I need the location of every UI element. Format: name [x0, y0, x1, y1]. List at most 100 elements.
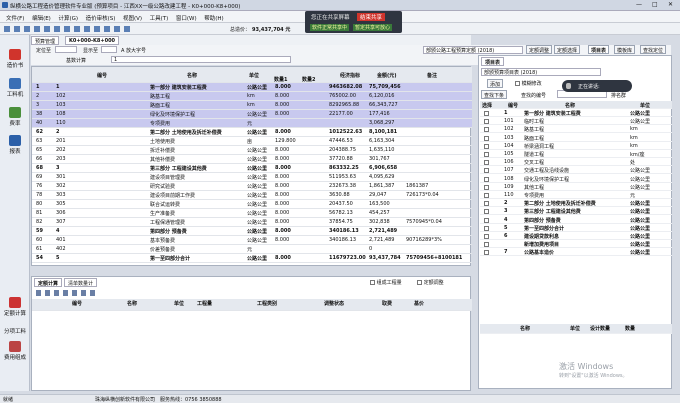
find-next-button[interactable]: 查找下条	[481, 90, 508, 99]
add-button[interactable]: 添加	[487, 79, 504, 88]
row-unit: 公路公里	[247, 157, 268, 163]
list-item[interactable]: 108 绿化及环境保护工程 公路公里	[480, 175, 672, 183]
tab-budget-management[interactable]: 预算管理	[31, 36, 60, 45]
menu-calc[interactable]: 计算(G)	[58, 14, 78, 22]
table-row[interactable]: 54 5 第一至四部分合计 公路公里 8.000 11679723.00 93,437,78…	[32, 254, 472, 263]
list-item[interactable]: 106 交叉工程 处	[480, 158, 672, 167]
list-item[interactable]: 110 专项费用 元	[480, 191, 672, 199]
list-item[interactable]: 4 第四部分 预备费 公路公里	[480, 216, 672, 224]
materials-icon	[9, 78, 21, 89]
table-row[interactable]: 3 103 路面工程 km 8.000 8292965.88 66,343,727	[32, 101, 472, 110]
fuzzy-modify-checkbox[interactable]: 模糊修改	[515, 80, 542, 87]
locate-dropdown[interactable]	[55, 46, 77, 53]
tab-list-quantity[interactable]: 清单数量计	[64, 278, 98, 287]
tab-project-section[interactable]: K0+000-K8+000	[65, 36, 120, 45]
list-item[interactable]: 新增加费用项目 公路公里	[480, 240, 672, 249]
quota-adjust-checkbox[interactable]: 定额调整	[417, 279, 444, 286]
tab-project-table[interactable]: 项目表	[588, 45, 610, 54]
row-amount: 1,861,387	[369, 183, 395, 189]
row-amount: 6,163,304	[369, 138, 395, 144]
quota-select-button[interactable]: 定额选择	[554, 45, 581, 54]
table-row[interactable]: 59 4 第四部分 预备费 公路公里 8.000 340186.13 2,721,489	[32, 227, 472, 236]
sidebar-item-rates[interactable]: 费率	[2, 107, 28, 127]
list-item[interactable]: 5 第一至四部分合计 公路公里	[480, 224, 672, 232]
row-number: 38	[36, 111, 43, 117]
row-name: 工程保通管理费	[150, 220, 186, 226]
table-row[interactable]: 76 302 研究试验费 公路公里 8.000 232673.38 1,861,387 186…	[32, 182, 472, 191]
table-row[interactable]: 78 303 建设项目前期工作费 公路公里 8.000 3630.88 29,047 7261…	[32, 191, 472, 200]
table-row[interactable]: 69 301 建设项目管理费 公路公里 8.000 511953.63 4,095,629	[32, 173, 472, 182]
menu-window[interactable]: 窗口(W)	[176, 14, 197, 22]
list-item[interactable]: 101 临时工程 公路公里	[480, 117, 672, 126]
toolbar-icons[interactable]	[4, 26, 134, 32]
list-name: 路面工程	[524, 135, 545, 142]
table-row[interactable]: 38 108 绿化及环境保护工程 公路公里 8.000 22177.00 177,416	[32, 110, 472, 119]
table-row[interactable]: 63 201 土地使用费 亩 129.800 47446.53 6,163,304	[32, 137, 472, 146]
row-number: 63	[36, 138, 43, 144]
sidebar-item-quota-calc[interactable]: 定额计算	[2, 297, 28, 317]
table-row[interactable]: 40 110 专项费用 元 3,068,297	[32, 119, 472, 128]
quota-standard-select[interactable]: 部颁公路工程预算定额 (2018)	[423, 46, 523, 54]
list-item[interactable]: 3 第三部分 工程建设其他费 公路公里	[480, 207, 672, 216]
sidebar-item-item-materials[interactable]: 分项工料	[2, 327, 28, 335]
list-item[interactable]: 6 建设期贷款利息 公路公里	[480, 232, 672, 240]
sidebar-item-materials[interactable]: 工料机	[2, 78, 28, 98]
row-unit: 公路公里	[247, 193, 268, 199]
menu-audit[interactable]: 造价审核(S)	[86, 14, 116, 22]
status-company: 珠海纵横创新软件有限公司	[95, 397, 156, 403]
tab-find-locate[interactable]: 查找定位	[640, 45, 667, 54]
project-table-panel: 项目表 部颁预算项目表 (2018) 添加 模糊修改 查找下条 查找的编号 排名…	[478, 55, 672, 389]
list-item[interactable]: 1 第一部分 建筑安装工程费 公路公里	[480, 109, 672, 117]
list-item[interactable]: 102 路基工程 km	[480, 125, 672, 134]
list-item[interactable]: 105 隧道工程 km/座	[480, 150, 672, 158]
table-row[interactable]: 60 401 基本预备费 公路公里 8.000 340186.13 2,721,489 907…	[32, 236, 472, 245]
sidebar-item-cost-book[interactable]: 造价书	[2, 49, 28, 69]
row-unit: 元	[247, 247, 253, 253]
enlarge-font-button[interactable]: A 放大字号	[121, 47, 146, 54]
compose-qty-checkbox[interactable]: 组成工程量	[370, 279, 402, 286]
quota-adjust-button[interactable]: 定额调整	[526, 45, 553, 54]
menu-view[interactable]: 视图(V)	[123, 14, 142, 22]
table-row[interactable]: 65 202 拆迁补偿费 公路公里 8.000 204388.75 1,635,110	[32, 146, 472, 155]
minimize-button[interactable]: —	[636, 1, 642, 8]
status-bar: 就绪 珠海纵横创新软件有限公司 服务热线：0756 3850888	[0, 394, 680, 403]
menu-edit[interactable]: 编辑(E)	[32, 14, 51, 22]
stop-share-button[interactable]: 结束共享	[357, 13, 386, 21]
table-row[interactable]: 61 402 价差预备费 元 0	[32, 245, 472, 254]
menu-tools[interactable]: 工具(T)	[150, 14, 169, 22]
table-row[interactable]: 81 306 生产准备费 公路公里 8.000 56782.13 454,257	[32, 209, 472, 218]
lower-toolbar-icons[interactable]	[36, 290, 96, 296]
sidebar-item-fee-composition[interactable]: 费用组成	[2, 341, 28, 361]
tab-template-library[interactable]: 模板库	[614, 45, 636, 54]
table-row[interactable]: 1 1 第一部分 建筑安装工程费 公路公里 8.000 9463682.08 75,709,…	[32, 83, 472, 92]
base-calc-input[interactable]: 1	[111, 56, 291, 63]
show-dropdown[interactable]	[101, 46, 117, 53]
list-item[interactable]: 103 路面工程 km	[480, 134, 672, 142]
row-number: 69	[36, 174, 43, 180]
list-item[interactable]: 2 第二部分 土地使用及拆迁补偿费 公路公里	[480, 199, 672, 208]
row-eco: 47446.53	[329, 138, 353, 144]
list-item[interactable]: 7 公路基本造价 公路公里	[480, 248, 672, 257]
table-row[interactable]: 82 307 工程保通管理费 公路公里 8.000 37854.75 302,838 7570…	[32, 218, 472, 227]
table-row[interactable]: 68 3 第三部分 工程建设其他费 公路公里 8.000 863332.25 6,906,6…	[32, 164, 472, 173]
row-code: 103	[56, 102, 66, 108]
maximize-button[interactable]: □	[652, 1, 658, 8]
row-amount: 2,721,489	[369, 228, 398, 234]
sidebar-item-reports[interactable]: 报表	[2, 135, 28, 155]
table-row[interactable]: 80 305 联合试运转费 公路公里 8.000 20437.50 163,500	[32, 200, 472, 209]
list-item[interactable]: 104 桥梁涵洞工程 km	[480, 142, 672, 150]
table-row[interactable]: 2 102 路基工程 km 8.000 765002.00 6,120,016	[32, 92, 472, 101]
table-row[interactable]: 62 2 第二部分 土地使用及拆迁补偿费 公路公里 8.000 1012522.63 8,1…	[32, 128, 472, 137]
rpanel-std-select[interactable]: 部颁预算项目表 (2018)	[481, 68, 601, 76]
list-item[interactable]: 109 其他工程 公路公里	[480, 183, 672, 191]
table-row[interactable]: 66 203 其他补偿费 公路公里 8.000 37720.88 301,767	[32, 155, 472, 164]
menu-file[interactable]: 文件(F)	[6, 14, 24, 22]
list-item[interactable]: 107 交通工程及沿线设施 公路公里	[480, 166, 672, 175]
menu-help[interactable]: 帮助(H)	[204, 14, 223, 22]
tab-quota-calc[interactable]: 定额计算	[34, 278, 63, 287]
row-qty: 8.000	[275, 183, 290, 189]
list-name: 临时工程	[524, 119, 545, 126]
close-button[interactable]: ✕	[668, 1, 673, 8]
row-name: 土地使用费	[150, 139, 176, 145]
row-qty: 8.000	[275, 111, 290, 117]
